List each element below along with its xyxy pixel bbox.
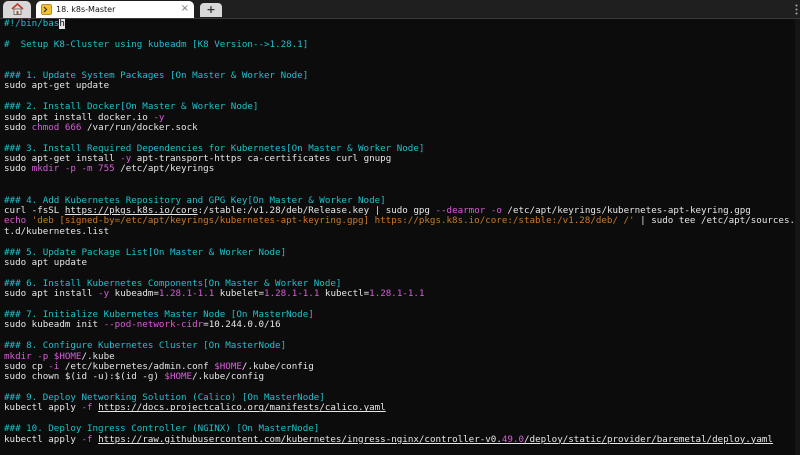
url-link[interactable]: https://pkgs.k8s.io/core	[65, 206, 198, 216]
command-line: sudo apt-get install -y apt-transport-ht…	[4, 154, 392, 165]
shebang-line: #!/bin/bash	[4, 19, 65, 29]
home-tab[interactable]	[3, 1, 31, 18]
close-icon[interactable]: ×	[181, 3, 189, 15]
command-line: mkdir -p $HOME/.kube	[4, 351, 115, 362]
section-heading-5: ### 5. Update Package List[On Master & W…	[4, 247, 287, 258]
command-line: sudo apt install -y kubeadm=1.28.1-1.1 k…	[4, 289, 425, 300]
text-cursor: h	[59, 19, 65, 29]
command-line: kubectl apply -f https://raw.githubuserc…	[4, 434, 773, 445]
section-heading-7: ### 7. Initialize Kubernetes Master Node…	[4, 309, 314, 320]
command-line: sudo apt-get update	[4, 81, 110, 92]
command-line: sudo apt install docker.io -y	[4, 112, 165, 123]
section-heading-10: ### 10. Deploy Ingress Controller (NGINX…	[4, 424, 320, 435]
menu-dots-icon[interactable]	[792, 3, 800, 16]
command-line: sudo chmod 666 /var/run/docker.sock	[4, 122, 198, 133]
command-line: curl -fsSL https://pkgs.k8s.io/core:/sta…	[4, 206, 751, 217]
section-heading-2: ### 2. Install Docker[On Master & Worker…	[4, 102, 259, 113]
command-line: sudo cp -i /etc/kubernetes/admin.conf $H…	[4, 361, 314, 372]
title-comment: # Setup K8-Cluster using kubeadm [K8 Ver…	[4, 39, 309, 50]
section-heading-8: ### 8. Configure Kubernetes Cluster [On …	[4, 341, 287, 352]
url-link[interactable]: https://docs.projectcalico.org/manifests…	[98, 403, 386, 413]
command-line: sudo apt update	[4, 257, 87, 268]
command-line: sudo mkdir -p -m 755 /etc/apt/keyrings	[4, 164, 215, 175]
command-line: kubectl apply -f https://docs.projectcal…	[4, 403, 386, 414]
command-line: sudo chown $(id -u):$(id -g) $HOME/.kube…	[4, 372, 265, 383]
scrollbar[interactable]	[795, 19, 800, 455]
command-line: t.d/kubernetes.list	[4, 226, 110, 237]
tab-bar: 18. k8s-Master × +	[0, 0, 800, 19]
home-icon	[10, 0, 24, 19]
plus-icon: +	[206, 3, 216, 16]
command-line: sudo kubeadm init --pod-network-cidr=10.…	[4, 320, 281, 331]
tab-label: 18. k8s-Master	[56, 5, 116, 14]
tab-k8s-master[interactable]: 18. k8s-Master ×	[36, 1, 194, 18]
section-heading-3: ### 3. Install Required Dependencies for…	[4, 143, 425, 154]
url-link[interactable]: https://raw.githubusercontent.com/kubern…	[98, 435, 773, 445]
new-tab-button[interactable]: +	[200, 3, 222, 17]
section-heading-1: ### 1. Update System Packages [On Master…	[4, 70, 309, 81]
terminal-output[interactable]: #!/bin/bash # Setup K8-Cluster using kub…	[0, 19, 795, 455]
command-line: echo 'deb [signed-by=/etc/apt/keyrings/k…	[4, 216, 795, 227]
section-heading-9: ### 9. Deploy Networking Solution (Calic…	[4, 393, 325, 404]
terminal-session-icon	[41, 4, 52, 15]
section-heading-6: ### 6. Install Kubernetes Components[On …	[4, 278, 342, 289]
section-heading-4: ### 4. Add Kubernetes Repository and GPG…	[4, 195, 386, 206]
